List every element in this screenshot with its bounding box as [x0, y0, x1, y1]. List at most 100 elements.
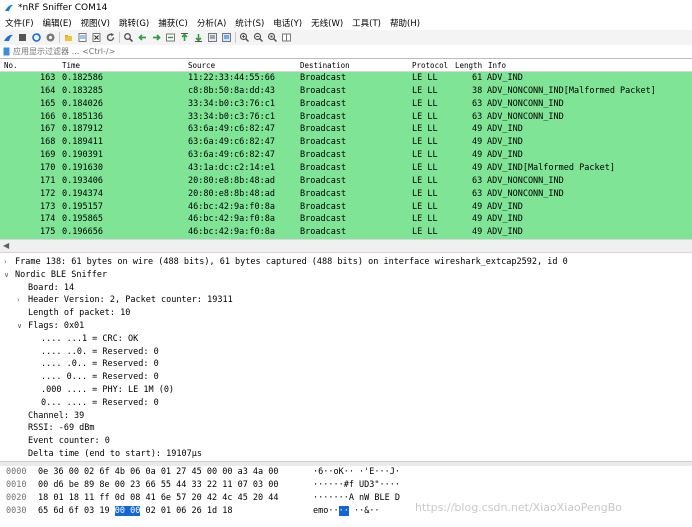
packet-cell-proto: LE LL	[412, 98, 438, 109]
menu-item-7[interactable]: 电话(Y)	[268, 17, 306, 29]
packet-cell-proto: LE LL	[412, 150, 438, 161]
zoom-in-icon[interactable]	[239, 32, 250, 43]
details-tree-item[interactable]: .... ...1 = CRC: OK	[0, 333, 692, 346]
column-header-destination[interactable]: Destination	[300, 61, 350, 70]
zoom-out-icon[interactable]	[253, 32, 264, 43]
bytes-hex[interactable]: 65 6d 6f 03 19 00 00 02 01 06 26 1d 18	[38, 505, 232, 518]
packet-cell-proto: LE LL	[412, 188, 438, 199]
bytes-ascii[interactable]: emo···· ··&··	[313, 505, 380, 518]
menu-item-1[interactable]: 编辑(E)	[38, 17, 76, 29]
restart-icon[interactable]	[31, 32, 42, 43]
packet-row[interactable]: 173 0.195157 46:bc:42:9a:f0:8a Broadcast LE …	[0, 201, 692, 214]
go-forward-icon[interactable]	[151, 32, 162, 43]
details-tree-item[interactable]: Board: 14	[0, 282, 692, 295]
menu-item-6[interactable]: 统计(S)	[230, 17, 268, 29]
menu-item-9[interactable]: 工具(T)	[347, 17, 385, 29]
details-tree-item[interactable]: › Frame 138: 61 bytes on wire (488 bits),…	[0, 256, 692, 269]
options-gear-icon[interactable]	[45, 32, 56, 43]
bookmark-filter-icon[interactable]	[3, 47, 10, 56]
column-header-info[interactable]: Info	[488, 61, 506, 70]
packet-row[interactable]: 174 0.195865 46:bc:42:9a:f0:8a Broadcast LE …	[0, 213, 692, 226]
packet-cell-info: ADV_IND[Malformed Packet]	[487, 162, 615, 173]
packet-row[interactable]: 163 0.182586 11:22:33:44:55:66 Broadcast LE …	[0, 72, 692, 85]
details-tree-item[interactable]: Event counter: 0	[0, 435, 692, 448]
packet-list-hscrollbar[interactable]: ◀	[0, 239, 692, 253]
tree-collapsed-icon[interactable]: ›	[17, 294, 20, 307]
bytes-hex[interactable]: 0e 36 00 02 6f 4b 06 0a 01 27 45 00 00 a…	[38, 466, 279, 479]
resize-columns-icon[interactable]	[281, 32, 292, 43]
menu-item-3[interactable]: 跳转(G)	[114, 17, 153, 29]
column-header-source[interactable]: Source	[188, 61, 215, 70]
packet-bytes-pane: 0000 0e 36 00 02 6f 4b 06 0a 01 27 45 00 …	[0, 466, 692, 527]
open-folder-icon[interactable]	[63, 32, 74, 43]
tree-collapsed-icon[interactable]: ›	[4, 256, 7, 269]
bytes-ascii[interactable]: ·6··oK·· ·'E···J·	[313, 466, 400, 479]
details-tree-item[interactable]: ∨ Flags: 0x01	[0, 320, 692, 333]
menu-item-4[interactable]: 捕获(C)	[153, 17, 192, 29]
bytes-hex-part: 02 01 06 26 1d 18	[140, 506, 233, 516]
menu-item-8[interactable]: 无线(W)	[306, 17, 347, 29]
packet-cell-len: 49	[472, 150, 483, 161]
packet-cell-time: 0.196656	[62, 227, 103, 238]
details-tree-item[interactable]: .... 0... = Reserved: 0	[0, 371, 692, 384]
first-packet-icon[interactable]	[179, 32, 190, 43]
bytes-ascii[interactable]: ·······A nW BLE D	[313, 492, 400, 505]
details-tree-item[interactable]: .000 .... = PHY: LE 1M (0)	[0, 384, 692, 397]
details-tree-item[interactable]: › Header Version: 2, Packet counter: 1931…	[0, 294, 692, 307]
packet-row[interactable]: 165 0.184026 33:34:b0:c3:76:c1 Broadcast LE …	[0, 98, 692, 111]
packet-cell-len: 38	[472, 85, 483, 96]
details-tree-item[interactable]: .... ..0. = Reserved: 0	[0, 346, 692, 359]
file-table-icon[interactable]	[77, 32, 88, 43]
packet-row[interactable]: 172 0.194374 20:80:e8:8b:48:ad Broadcast LE …	[0, 188, 692, 201]
packet-row[interactable]: 171 0.193406 20:80:e8:8b:48:ad Broadcast LE …	[0, 175, 692, 188]
details-tree-item[interactable]: Delta time (end to start): 19107µs	[0, 448, 692, 461]
packet-row[interactable]: 169 0.190391 63:6a:49:c6:82:47 Broadcast LE …	[0, 149, 692, 162]
column-header-protocol[interactable]: Protocol	[412, 61, 448, 70]
packet-row[interactable]: 175 0.196656 46:bc:42:9a:f0:8a Broadcast LE …	[0, 226, 692, 239]
colorize-icon[interactable]	[221, 32, 232, 43]
column-header-time[interactable]: Time	[62, 61, 80, 70]
packet-cell-no: 167	[40, 124, 56, 135]
details-tree-item[interactable]: Channel: 39	[0, 410, 692, 423]
find-icon[interactable]	[123, 32, 134, 43]
details-tree-item[interactable]: Length of packet: 10	[0, 307, 692, 320]
last-packet-icon[interactable]	[193, 32, 204, 43]
zoom-normal-icon[interactable]	[267, 32, 278, 43]
column-header-length[interactable]: Length	[455, 61, 482, 70]
close-file-icon[interactable]	[91, 32, 102, 43]
scroll-left-arrow-icon[interactable]: ◀	[3, 241, 9, 250]
shark-fin-start-icon[interactable]	[3, 32, 14, 43]
stop-icon[interactable]	[17, 32, 28, 43]
go-back-icon[interactable]	[137, 32, 148, 43]
packet-row[interactable]: 168 0.189411 63:6a:49:c6:82:47 Broadcast LE …	[0, 136, 692, 149]
packet-cell-no: 164	[40, 85, 56, 96]
packet-row[interactable]: 167 0.187912 63:6a:49:c6:82:47 Broadcast LE …	[0, 123, 692, 136]
packet-row[interactable]: 166 0.185136 33:34:b0:c3:76:c1 Broadcast LE …	[0, 111, 692, 124]
bytes-hex[interactable]: 18 01 18 11 ff 0d 08 41 6e 57 20 42 4c 4…	[38, 492, 279, 505]
go-to-packet-icon[interactable]	[165, 32, 176, 43]
column-header-no[interactable]: No.	[4, 61, 18, 70]
details-tree-item[interactable]: RSSI: -69 dBm	[0, 422, 692, 435]
packet-row[interactable]: 170 0.191630 43:1a:dc:c2:14:e1 Broadcast LE …	[0, 162, 692, 175]
menu-item-5[interactable]: 分析(A)	[192, 17, 230, 29]
packet-cell-info: ADV_IND	[487, 201, 523, 212]
details-tree-item[interactable]: 0... .... = Reserved: 0	[0, 397, 692, 410]
menu-item-2[interactable]: 视图(V)	[76, 17, 114, 29]
details-tree-item[interactable]: .... .0.. = Reserved: 0	[0, 358, 692, 371]
tree-expanded-icon[interactable]: ∨	[4, 269, 9, 282]
watermark-text: https://blog.csdn.net/XiaoXiaoPengBo	[415, 501, 623, 514]
details-tree-item[interactable]: ∨ Nordic BLE Sniffer	[0, 269, 692, 282]
reload-icon[interactable]	[105, 32, 116, 43]
menu-item-0[interactable]: 文件(F)	[0, 17, 38, 29]
tree-expanded-icon[interactable]: ∨	[17, 320, 22, 333]
bytes-ascii[interactable]: ······#f UD3"····	[313, 479, 400, 492]
packet-row[interactable]: 164 0.183285 c8:8b:50:8a:dd:43 Broadcast LE …	[0, 85, 692, 98]
autoscroll-icon[interactable]	[207, 32, 218, 43]
bytes-hex[interactable]: 00 d6 be 89 8e 00 23 66 55 44 33 22 11 0…	[38, 479, 279, 492]
packet-cell-time: 0.189411	[62, 137, 103, 148]
details-tree-text: .... ...1 = CRC: OK	[41, 333, 139, 344]
bytes-offset: 0010	[6, 480, 27, 490]
menu-item-10[interactable]: 帮助(H)	[385, 17, 424, 29]
packet-cell-time: 0.187912	[62, 124, 103, 135]
display-filter-input[interactable]	[13, 46, 613, 57]
